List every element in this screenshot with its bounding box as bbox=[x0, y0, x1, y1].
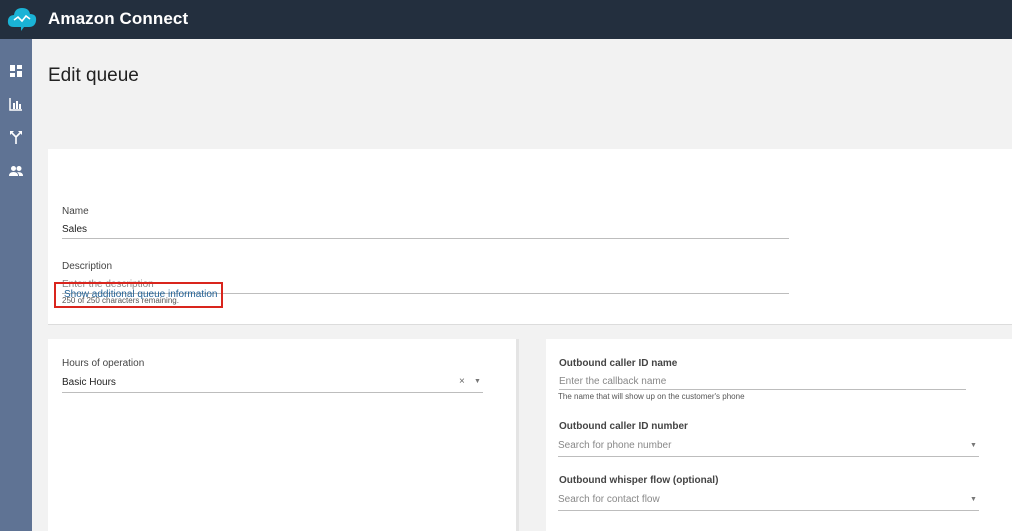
name-input-underline bbox=[62, 238, 789, 239]
top-bar: Amazon Connect bbox=[0, 0, 1012, 39]
highlight-box: Show additional queue information bbox=[54, 282, 223, 308]
whisper-flow-underline bbox=[558, 510, 979, 511]
metrics-chart-icon[interactable] bbox=[8, 96, 24, 112]
routing-icon[interactable] bbox=[8, 129, 24, 145]
caller-name-hint: The name that will show up on the custom… bbox=[558, 392, 745, 401]
main-content: Edit queue Name Sales Description Enter … bbox=[32, 39, 1012, 531]
hours-select-underline bbox=[62, 392, 483, 393]
name-input[interactable]: Sales bbox=[62, 224, 87, 235]
caller-number-select[interactable]: Search for phone number bbox=[558, 440, 671, 451]
section-divider bbox=[48, 324, 1012, 325]
outbound-card: Outbound caller ID name Enter the callba… bbox=[546, 339, 1012, 531]
caller-number-underline bbox=[558, 456, 979, 457]
name-label: Name bbox=[62, 206, 89, 217]
sidebar bbox=[0, 39, 32, 531]
hours-select[interactable]: Basic Hours bbox=[62, 377, 116, 388]
caller-name-input[interactable]: Enter the callback name bbox=[559, 376, 666, 387]
whisper-flow-label: Outbound whisper flow (optional) bbox=[559, 475, 719, 486]
column-separator bbox=[516, 339, 519, 531]
amazon-connect-logo-icon[interactable] bbox=[6, 5, 38, 33]
caller-name-label: Outbound caller ID name bbox=[559, 358, 678, 369]
caller-number-label: Outbound caller ID number bbox=[559, 421, 688, 432]
users-icon[interactable] bbox=[8, 163, 24, 179]
hours-label: Hours of operation bbox=[62, 358, 145, 369]
page-title: Edit queue bbox=[48, 65, 139, 86]
dashboard-icon[interactable] bbox=[8, 63, 24, 79]
brand-name: Amazon Connect bbox=[48, 9, 189, 28]
show-additional-info-link[interactable]: Show additional queue information bbox=[64, 289, 217, 300]
description-label: Description bbox=[62, 261, 113, 272]
chevron-down-icon[interactable]: ▼ bbox=[970, 442, 977, 449]
clear-icon[interactable]: × bbox=[459, 376, 465, 387]
chevron-down-icon[interactable]: ▼ bbox=[474, 378, 481, 385]
chevron-down-icon[interactable]: ▼ bbox=[970, 496, 977, 503]
hours-card: Hours of operation Basic Hours × ▼ bbox=[48, 339, 516, 531]
whisper-flow-select[interactable]: Search for contact flow bbox=[558, 494, 660, 505]
caller-name-underline bbox=[559, 389, 966, 390]
